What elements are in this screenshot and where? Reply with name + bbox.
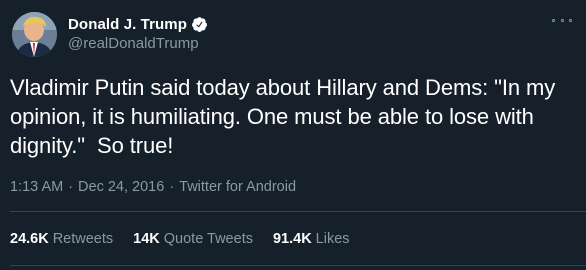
divider [10,211,586,212]
tweet-source[interactable]: Twitter for Android [179,179,296,195]
more-dot [552,18,555,22]
verified-badge-icon [192,16,207,32]
quote-tweets-stat[interactable]: 14K Quote Tweets [133,231,253,247]
tweet-text: Vladimir Putin said today about Hillary … [10,75,562,158]
meta-separator: · [169,179,175,195]
author-display-name[interactable]: Donald J. Trump [68,16,187,33]
tweet-card: Donald J. Trump @realDonaldTrump Vladimi… [0,0,586,270]
quote-tweets-label: Quote Tweets [163,231,253,247]
retweets-stat[interactable]: 24.6K Retweets [10,231,113,247]
tweet-time[interactable]: 1:13 AM [10,179,63,195]
likes-label: Likes [315,231,350,247]
likes-stat[interactable]: 91.4K Likes [273,231,350,247]
likes-count: 91.4K [272,231,312,247]
tweet-meta: 1:13 AM · Dec 24, 2016 · Twitter for And… [10,179,296,195]
retweets-count: 24.6K [10,231,49,247]
avatar-photo-icon [12,12,57,57]
tweet-date[interactable]: Dec 24, 2016 [78,179,164,195]
more-dot [569,18,572,22]
author-handle[interactable]: @realDonaldTrump [68,35,199,52]
more-dot [560,18,564,22]
tweet-stats: 24.6K Retweets 14K Quote Tweets 91.4K Li… [10,231,370,247]
meta-separator: · [68,179,74,195]
quote-tweets-count: 14K [133,231,160,247]
author-name-row[interactable]: Donald J. Trump [68,15,208,33]
retweets-label: Retweets [52,231,114,247]
more-dots-icon[interactable] [552,13,572,27]
avatar[interactable] [12,12,57,57]
divider [10,265,586,266]
